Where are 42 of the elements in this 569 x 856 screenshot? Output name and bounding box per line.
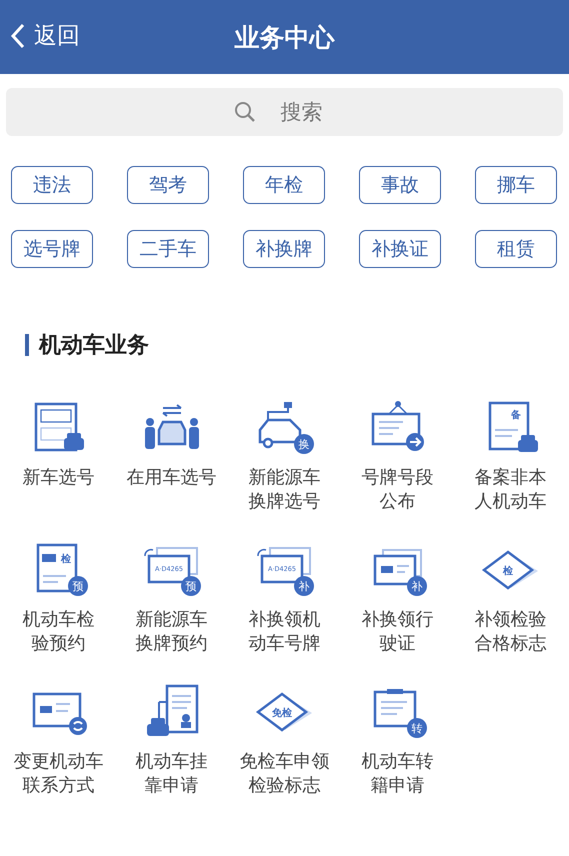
back-button[interactable]: 返回 (10, 20, 80, 51)
page-title: 业务中心 (234, 22, 334, 54)
service-label: 补换领行 驶证 (362, 608, 434, 656)
service-label: 机动车检 验预约 (22, 608, 94, 656)
category-button[interactable]: 违法 (11, 166, 93, 204)
service-item[interactable]: 新车选号 (2, 400, 115, 524)
service-label: 新能源车 换牌选号 (248, 466, 320, 514)
search-field[interactable]: 搜索 (6, 88, 563, 136)
service-label: 变更机动车 联系方式 (14, 750, 104, 798)
service-label: 在用车选号 (126, 466, 216, 490)
category-button[interactable]: 事故 (359, 166, 441, 204)
category-button[interactable]: 二手车 (127, 230, 209, 268)
category-button[interactable]: 年检 (243, 166, 325, 204)
back-icon (10, 22, 26, 48)
service-label: 新车选号 (22, 466, 94, 490)
service-item[interactable]: 变更机动车 联系方式 (2, 684, 115, 808)
category-button[interactable]: 租赁 (475, 230, 557, 268)
service-label: 机动车转 籍申请 (362, 750, 434, 798)
service-item[interactable]: 补 补换领行 驶证 (341, 542, 454, 666)
service-label: 免检车申领 检验标志 (240, 750, 330, 798)
service-item[interactable]: 检 预 机动车检 验预约 (2, 542, 115, 666)
service-label: 补换领机 动车号牌 (248, 608, 320, 656)
service-item[interactable]: 备 备案非本 人机动车 (454, 400, 567, 524)
category-button[interactable]: 驾考 (127, 166, 209, 204)
service-item[interactable]: 机动车挂 靠申请 (115, 684, 228, 808)
section-title: 机动车业务 (39, 332, 149, 360)
category-button[interactable]: 补换牌 (243, 230, 325, 268)
service-item[interactable]: 免检 免检车申领 检验标志 (228, 684, 341, 808)
category-button[interactable]: 挪车 (475, 166, 557, 204)
service-label: 备案非本 人机动车 (474, 466, 546, 514)
service-item[interactable]: 换 新能源车 换牌选号 (228, 400, 341, 524)
service-item[interactable]: 在用车选号 (115, 400, 228, 524)
service-item[interactable]: 检 补领检验 合格标志 (454, 542, 567, 666)
service-label: 机动车挂 靠申请 (136, 750, 208, 798)
service-label: 补领检验 合格标志 (474, 608, 546, 656)
category-button[interactable]: 选号牌 (11, 230, 93, 268)
service-label: 新能源车 换牌预约 (136, 608, 208, 656)
service-item[interactable]: 号牌号段 公布 (341, 400, 454, 524)
category-button[interactable]: 补换证 (359, 230, 441, 268)
service-item[interactable]: 转 机动车转 籍申请 (341, 684, 454, 808)
search-icon (234, 101, 256, 123)
service-label: 号牌号段 公布 (362, 466, 434, 514)
